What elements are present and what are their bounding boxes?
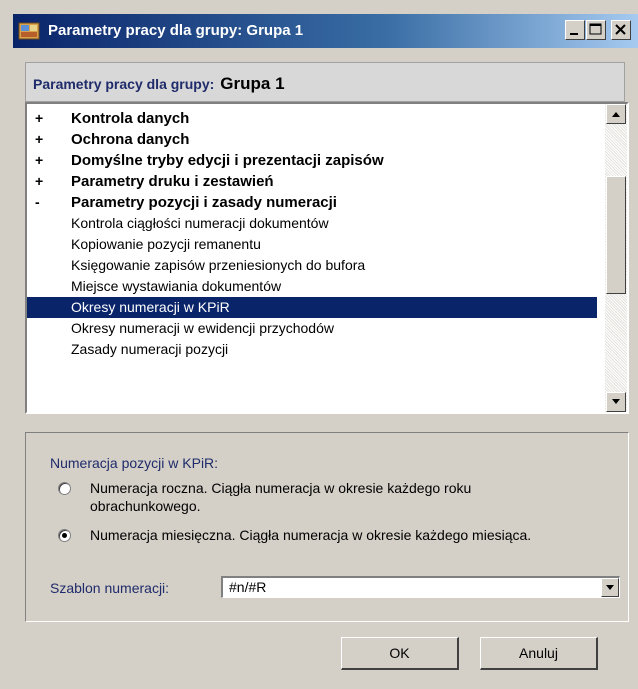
tree-item[interactable]: Miejsce wystawiania dokumentów bbox=[27, 276, 597, 297]
close-button[interactable] bbox=[611, 20, 631, 40]
scroll-down-button[interactable] bbox=[606, 392, 626, 412]
dialog-window: Parametry pracy dla grupy: Grupa 1 Param… bbox=[0, 0, 638, 689]
title-bar[interactable]: Parametry pracy dla grupy: Grupa 1 bbox=[13, 14, 638, 48]
template-value: #n/#R bbox=[229, 579, 267, 595]
maximize-icon bbox=[589, 23, 602, 35]
expand-icon[interactable]: + bbox=[35, 150, 47, 171]
arrow-up-icon bbox=[612, 112, 620, 117]
tree-item[interactable]: Kontrola ciągłości numeracji dokumentów bbox=[27, 213, 597, 234]
tree-item[interactable]: Księgowanie zapisów przeniesionych do bu… bbox=[27, 255, 597, 276]
tree-item-label: Domyślne tryby edycji i prezentacji zapi… bbox=[71, 152, 384, 169]
header-label: Parametry pracy dla grupy: Grupa 1 bbox=[33, 74, 285, 94]
cancel-button[interactable]: Anuluj bbox=[480, 637, 598, 670]
app-icon[interactable] bbox=[17, 19, 41, 43]
tree-category[interactable]: + Kontrola danych bbox=[27, 108, 597, 129]
minimize-icon bbox=[570, 33, 578, 35]
radio-monthly-label[interactable]: Numeracja miesięczna. Ciągła numeracja w… bbox=[90, 526, 560, 544]
expand-icon[interactable]: + bbox=[35, 171, 47, 192]
tree-category[interactable]: + Ochrona danych bbox=[27, 129, 597, 150]
tree-item-label: Kontrola ciągłości numeracji dokumentów bbox=[71, 215, 329, 231]
tree-item-label: Miejsce wystawiania dokumentów bbox=[71, 278, 282, 294]
tree-list: + Kontrola danych + Ochrona danych + Domyślne… bbox=[27, 108, 597, 360]
minimize-button[interactable] bbox=[565, 20, 585, 40]
expand-icon[interactable]: + bbox=[35, 129, 47, 150]
chevron-down-icon bbox=[606, 585, 614, 590]
group-name: Grupa 1 bbox=[220, 74, 285, 93]
radio-yearly[interactable] bbox=[58, 482, 71, 495]
ok-button[interactable]: OK bbox=[341, 637, 459, 670]
radio-monthly[interactable] bbox=[58, 529, 71, 542]
tree-item-label: Okresy numeracji w KPiR bbox=[71, 299, 230, 315]
template-select[interactable]: #n/#R bbox=[221, 576, 620, 598]
template-label: Szablon numeracji: bbox=[50, 580, 170, 596]
tree-scrollbar[interactable] bbox=[605, 104, 627, 412]
tree-item-label: Kontrola danych bbox=[71, 110, 190, 127]
expand-icon[interactable]: + bbox=[35, 108, 47, 129]
tree-item-label: Parametry pozycji i zasady numeracji bbox=[71, 194, 337, 211]
window-title: Parametry pracy dla grupy: Grupa 1 bbox=[48, 22, 304, 39]
arrow-down-icon bbox=[612, 399, 620, 404]
tree-item-label: Księgowanie zapisów przeniesionych do bu… bbox=[71, 257, 366, 273]
settings-tree[interactable]: + Kontrola danych + Ochrona danych + Domyślne… bbox=[25, 102, 629, 414]
options-title: Numeracja pozycji w KPiR: bbox=[50, 455, 219, 471]
tree-item-label: Ochrona danych bbox=[71, 131, 190, 148]
group-header: Parametry pracy dla grupy: Grupa 1 bbox=[25, 62, 625, 102]
numbering-options-panel: Numeracja pozycji w KPiR: Numeracja rocz… bbox=[25, 432, 629, 622]
maximize-button[interactable] bbox=[586, 20, 606, 40]
tree-item[interactable]: Zasady numeracji pozycji bbox=[27, 339, 597, 360]
tree-item-label: Kopiowanie pozycji remanentu bbox=[71, 236, 261, 252]
tree-category[interactable]: + Domyślne tryby edycji i prezentacji zap… bbox=[27, 150, 597, 171]
tree-item-label: Okresy numeracji w ewidencji przychodów bbox=[71, 320, 334, 336]
radio-yearly-label[interactable]: Numeracja roczna. Ciągła numeracja w okr… bbox=[90, 479, 560, 515]
header-label-text: Parametry pracy dla grupy: bbox=[33, 76, 215, 92]
collapse-icon[interactable]: - bbox=[35, 192, 47, 213]
tree-item-label: Parametry druku i zestawień bbox=[71, 173, 274, 190]
tree-item[interactable]: Okresy numeracji w KPiR bbox=[27, 297, 597, 318]
scroll-up-button[interactable] bbox=[606, 104, 626, 124]
radio-monthly-dot bbox=[62, 533, 67, 538]
tree-category[interactable]: + Parametry druku i zestawień bbox=[27, 171, 597, 192]
close-icon bbox=[615, 24, 626, 35]
tree-category[interactable]: - Parametry pozycji i zasady numeracji bbox=[27, 192, 597, 213]
tree-item-label: Zasady numeracji pozycji bbox=[71, 341, 229, 357]
tree-item[interactable]: Okresy numeracji w ewidencji przychodów bbox=[27, 318, 597, 339]
scroll-thumb[interactable] bbox=[606, 176, 626, 294]
tree-item[interactable]: Kopiowanie pozycji remanentu bbox=[27, 234, 597, 255]
template-dropdown-button[interactable] bbox=[601, 578, 619, 597]
